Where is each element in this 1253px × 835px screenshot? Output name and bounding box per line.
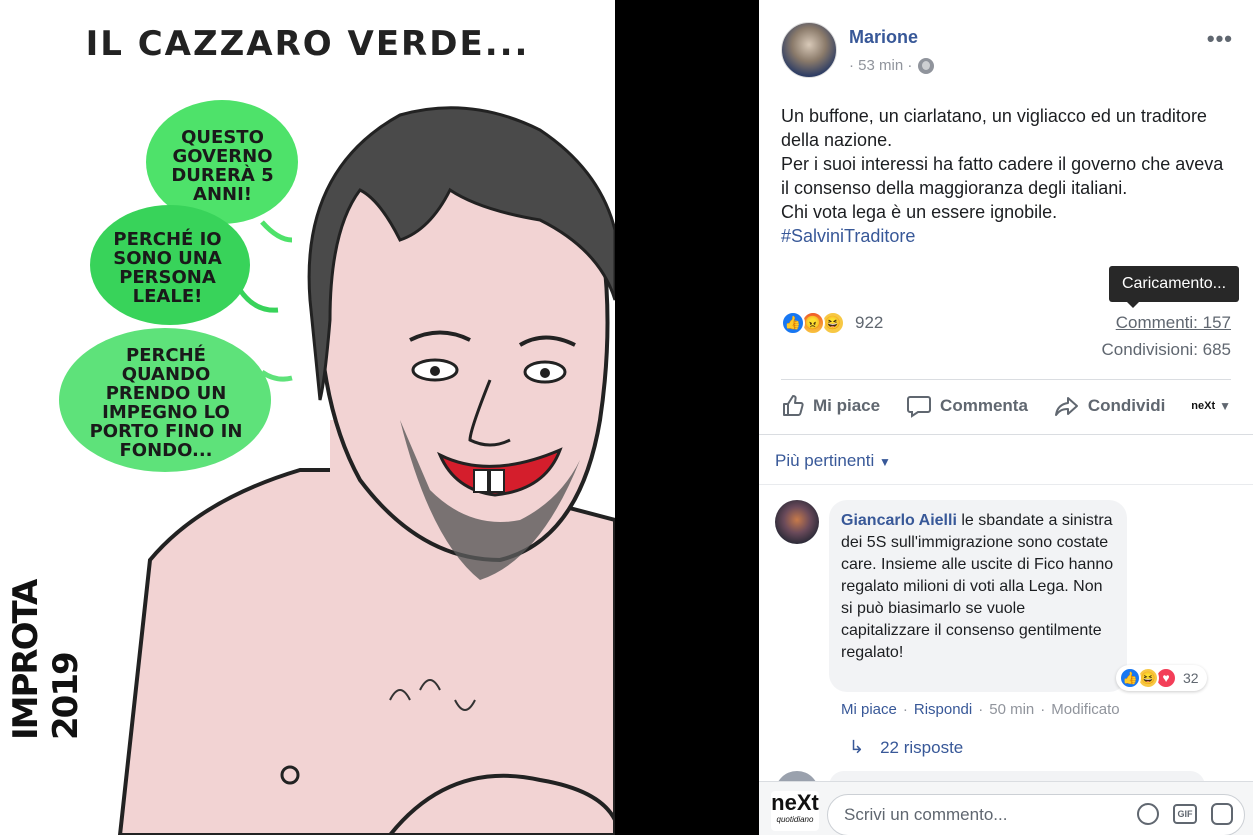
composer-icons: GIF xyxy=(1137,803,1233,825)
sticker-icon[interactable] xyxy=(1211,803,1233,825)
comment-button-label: Commenta xyxy=(940,396,1028,415)
globe-icon[interactable] xyxy=(918,57,935,74)
commenter-avatar[interactable] xyxy=(775,500,819,544)
like-reaction-icon: 👍 xyxy=(1119,667,1141,689)
commenter-name[interactable]: Giancarlo Aielli xyxy=(841,512,957,529)
post-header: Marione · 53 min · ••• xyxy=(781,22,1237,78)
speech-bubble-icon xyxy=(907,396,932,418)
replies-count-label: 22 risposte xyxy=(880,737,964,757)
cartoon-image: IL CAZZARO VERDE... QUESTO GOVERNO DURER… xyxy=(0,0,615,835)
divider xyxy=(759,484,1253,485)
divider xyxy=(781,379,1231,380)
comment-bubble: Giancarlo Aielli le sbandate a sinistra … xyxy=(829,500,1127,692)
view-replies-link[interactable]: ↳ 22 risposte xyxy=(849,737,963,758)
share-as-selector[interactable]: neXt ▼ xyxy=(1191,399,1231,413)
emoji-icon[interactable] xyxy=(1137,803,1159,825)
divider xyxy=(759,434,1253,435)
post-text-line: Per i suoi interessi ha fatto cadere il … xyxy=(781,154,1224,198)
loading-tooltip: Caricamento... xyxy=(1109,266,1239,308)
comments-count-link[interactable]: Commenti: 157 xyxy=(1116,313,1231,333)
reaction-summary[interactable]: 👍 😠 😆 922 xyxy=(781,310,883,336)
composer-avatar-logo: neXt xyxy=(771,790,819,815)
post-text-line: Un buffone, un ciarlatano, un vigliacco … xyxy=(781,106,1207,150)
comment-reaction-count: 32 xyxy=(1183,670,1199,686)
comment-composer: neXt quotidiano Scrivi un commento... GI… xyxy=(759,781,1253,835)
chevron-down-icon: ▼ xyxy=(878,455,891,469)
speech-bubble-3-text: PERCHÉ QUANDO PRENDO UN IMPEGNO LO PORTO… xyxy=(89,345,243,461)
comment-sort-label: Più pertinenti xyxy=(775,451,875,470)
speech-bubble-2-text: PERCHÉ IO SONO UNA PERSONA LEALE! xyxy=(113,229,222,307)
comment-actions: Mi piace · Rispondi · 50 min · Modificat… xyxy=(841,701,1120,718)
shares-count-link[interactable]: Condivisioni: 685 xyxy=(1102,340,1231,360)
author-avatar[interactable] xyxy=(781,22,837,78)
speech-bubble-1-text: QUESTO GOVERNO DURERÀ 5 ANNI! xyxy=(171,127,274,205)
post-actions: Mi piace Commenta Condividi neXt ▼ xyxy=(781,386,1231,426)
like-button-label: Mi piace xyxy=(813,396,881,415)
cartoon-title: IL CAZZARO VERDE... xyxy=(85,24,530,64)
hashtag-link[interactable]: #SalviniTraditore xyxy=(781,224,1231,248)
page-logo: neXt xyxy=(1191,400,1216,412)
share-button-label: Condividi xyxy=(1087,396,1166,415)
like-button[interactable]: Mi piace xyxy=(781,394,880,418)
author-name[interactable]: Marione xyxy=(849,27,918,48)
artist-signature: IMPROTA 2019 xyxy=(6,580,86,740)
gif-icon[interactable]: GIF xyxy=(1173,804,1197,824)
post-pane: Marione · 53 min · ••• Un buffone, un ci… xyxy=(759,0,1253,835)
post-meta: · 53 min · xyxy=(849,57,935,74)
comment-sort-dropdown[interactable]: Più pertinenti ▼ xyxy=(775,451,891,471)
photo-pane[interactable]: IL CAZZARO VERDE... QUESTO GOVERNO DURER… xyxy=(0,0,759,835)
chevron-down-icon: ▼ xyxy=(1219,399,1231,413)
composer-avatar-subtitle: quotidiano xyxy=(776,815,814,824)
share-arrow-icon xyxy=(1054,397,1078,416)
comment-text: le sbandate a sinistra dei 5S sull'immig… xyxy=(841,512,1114,661)
share-button[interactable]: Condividi xyxy=(1054,394,1165,418)
comment-reply-link[interactable]: Rispondi xyxy=(914,701,972,718)
post-time[interactable]: · 53 min · xyxy=(849,57,912,74)
comment-edited-label[interactable]: Modificato xyxy=(1051,701,1119,718)
comment-reaction-summary[interactable]: 👍 😆 ♥ 32 xyxy=(1116,665,1207,691)
reply-arrow-icon: ↳ xyxy=(849,737,865,757)
more-options-icon[interactable]: ••• xyxy=(1207,26,1233,52)
thumbs-up-icon xyxy=(783,395,804,416)
post-text-line: Chi vota lega è un essere ignobile. xyxy=(781,202,1058,222)
comment-like-link[interactable]: Mi piace xyxy=(841,701,897,718)
composer-avatar: neXt quotidiano xyxy=(771,791,819,831)
post-text: Un buffone, un ciarlatano, un vigliacco … xyxy=(781,104,1231,248)
facebook-photo-viewer: IL CAZZARO VERDE... QUESTO GOVERNO DURER… xyxy=(0,0,1253,835)
comment-button[interactable]: Commenta xyxy=(906,394,1028,418)
like-reaction-icon: 👍 xyxy=(781,311,805,335)
comment-time[interactable]: 50 min xyxy=(989,701,1034,718)
reaction-count[interactable]: 922 xyxy=(855,313,883,333)
